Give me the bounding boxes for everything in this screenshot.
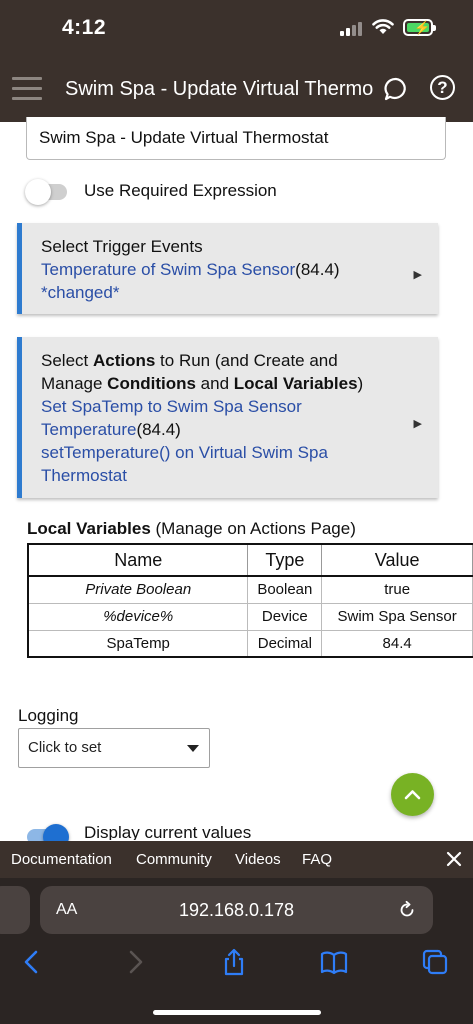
close-icon[interactable] — [444, 849, 464, 869]
trigger-events-card[interactable]: Select Trigger Events Temperature of Swi… — [17, 223, 438, 314]
bookmarks-icon[interactable] — [320, 948, 348, 976]
cellular-signal-icon — [340, 22, 364, 36]
share-icon[interactable] — [220, 948, 248, 976]
app-header: Swim Spa - Update Virtual Thermostat ? — [0, 62, 473, 122]
caret-down-icon — [187, 745, 199, 752]
url-text: 192.168.0.178 — [178, 900, 295, 920]
variable-value: true — [321, 575, 473, 604]
status-time: 4:12 — [62, 16, 107, 39]
wifi-icon — [372, 19, 394, 34]
variable-name: SpaTemp — [27, 629, 249, 658]
battery-charging-icon: ⚡ — [403, 19, 436, 36]
expand-triangle-icon[interactable]: ▶ — [414, 413, 422, 436]
chevron-up-icon — [404, 790, 421, 800]
forward-icon[interactable] — [121, 948, 149, 976]
footer-link-documentation[interactable]: Documentation — [11, 851, 112, 868]
trigger-events-heading: Select Trigger Events — [41, 237, 203, 256]
variable-name: Private Boolean — [27, 575, 249, 604]
menu-icon[interactable] — [12, 77, 42, 101]
column-header-type: Type — [247, 543, 323, 577]
status-bar: 4:12 ⚡ — [0, 0, 473, 62]
variable-type: Decimal — [247, 629, 323, 658]
actions-card[interactable]: Select Actions to Run (and Create and Ma… — [17, 337, 438, 498]
back-icon[interactable] — [18, 948, 46, 976]
trigger-event-value: (84.4) — [295, 260, 340, 279]
table-row: SpaTemp Decimal 84.4 — [27, 629, 473, 658]
variable-value: Swim Spa Sensor — [321, 602, 473, 631]
required-expression-toggle[interactable] — [25, 179, 67, 205]
rule-name-input[interactable]: Swim Spa - Update Virtual Thermostat — [26, 117, 446, 160]
footer-links-bar: Documentation Community Videos FAQ — [0, 841, 473, 878]
trigger-event-suffix: *changed* — [41, 283, 120, 302]
help-icon[interactable]: ? — [430, 75, 455, 100]
chat-bubble-icon[interactable] — [383, 76, 409, 102]
expand-triangle-icon[interactable]: ▶ — [414, 264, 422, 287]
logging-select[interactable]: Click to set — [18, 728, 210, 768]
logging-label: Logging — [18, 706, 79, 725]
action-set-temperature-link[interactable]: setTemperature() on Virtual Swim Spa The… — [41, 441, 398, 487]
footer-link-community[interactable]: Community — [136, 851, 212, 868]
column-header-value: Value — [321, 543, 473, 577]
footer-link-faq[interactable]: FAQ — [302, 851, 332, 868]
address-bar[interactable]: AA 192.168.0.178 — [40, 886, 433, 934]
previous-tab-preview[interactable] — [0, 886, 30, 934]
logging-selected-value: Click to set — [28, 739, 102, 756]
variable-type: Device — [247, 602, 323, 631]
table-row: Private Boolean Boolean true — [27, 575, 473, 604]
variable-value: 84.4 — [321, 629, 473, 658]
tabs-icon[interactable] — [421, 948, 449, 976]
actions-heading: Select Actions to Run (and Create and Ma… — [41, 351, 364, 393]
column-header-name: Name — [27, 543, 249, 577]
local-variables-title: Local Variables (Manage on Actions Page) — [27, 519, 356, 538]
footer-link-videos[interactable]: Videos — [235, 851, 281, 868]
display-values-label: Display current values — [84, 823, 252, 840]
variable-type: Boolean — [247, 575, 323, 604]
home-indicator — [153, 1010, 321, 1015]
action-set-spatemp-value: (84.4) — [136, 420, 181, 439]
scroll-to-top-button[interactable] — [391, 773, 434, 816]
local-variables-table: Name Type Value Private Boolean Boolean … — [27, 543, 473, 658]
variable-name: %device% — [27, 602, 249, 631]
trigger-event-link[interactable]: Temperature of Swim Spa Sensor — [41, 260, 295, 279]
reload-icon[interactable] — [397, 900, 417, 920]
page-title: Swim Spa - Update Virtual Thermostat — [65, 78, 373, 100]
table-row: %device% Device Swim Spa Sensor — [27, 602, 473, 631]
required-expression-label: Use Required Expression — [84, 181, 277, 200]
